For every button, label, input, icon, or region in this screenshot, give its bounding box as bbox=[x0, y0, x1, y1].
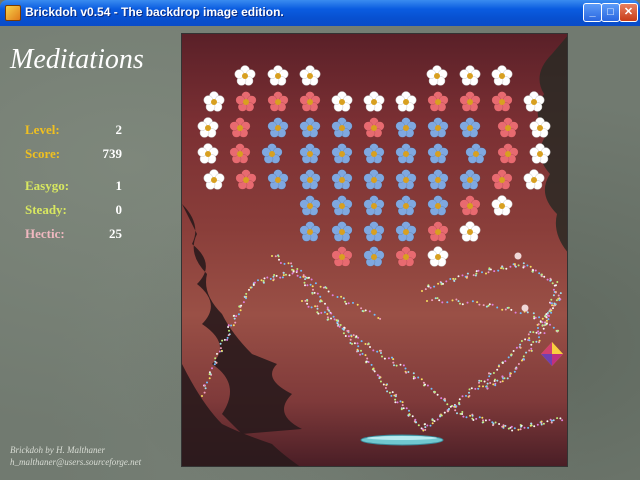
flower-brick-blue bbox=[299, 143, 321, 164]
app-icon bbox=[5, 5, 21, 21]
maximize-button[interactable]: □ bbox=[601, 3, 620, 22]
title-bar[interactable]: Brickdoh v0.54 - The backdrop image edit… bbox=[0, 0, 640, 26]
flower-brick-white bbox=[234, 65, 256, 86]
flower-brick-blue bbox=[267, 169, 289, 190]
flower-brick-white bbox=[331, 91, 353, 112]
ball bbox=[521, 304, 529, 312]
flower-brick-blue bbox=[331, 143, 353, 164]
window-title: Brickdoh v0.54 - The backdrop image edit… bbox=[25, 5, 284, 19]
flower-brick-blue bbox=[459, 169, 481, 190]
flower-brick-blue bbox=[363, 143, 385, 164]
flower-brick-white bbox=[363, 91, 385, 112]
level-label: Level: bbox=[25, 122, 60, 137]
flower-brick-red bbox=[491, 169, 513, 190]
flower-brick-blue bbox=[465, 143, 487, 164]
level-title: Meditations bbox=[10, 44, 144, 75]
flower-brick-white bbox=[523, 169, 545, 190]
flower-brick-white bbox=[523, 91, 545, 112]
flower-brick-white bbox=[267, 65, 289, 86]
flower-brick-white bbox=[203, 169, 225, 190]
hectic-label: Hectic: bbox=[25, 226, 65, 241]
flower-brick-red bbox=[459, 91, 481, 112]
flower-brick-red bbox=[229, 117, 251, 138]
diamond-powerup bbox=[541, 342, 563, 366]
flower-brick-blue bbox=[299, 195, 321, 216]
flower-brick-red bbox=[497, 117, 519, 138]
score-value: 739 bbox=[102, 146, 123, 161]
flower-brick-white bbox=[197, 143, 219, 164]
close-button[interactable]: ✕ bbox=[619, 3, 638, 22]
flower-brick-blue bbox=[395, 117, 417, 138]
score-label: Score: bbox=[25, 146, 61, 161]
minimize-button[interactable]: _ bbox=[583, 3, 602, 22]
play-field-canvas bbox=[182, 36, 567, 466]
flower-brick-blue bbox=[427, 117, 449, 138]
brick-grid bbox=[197, 65, 551, 267]
steady-label: Steady: bbox=[25, 202, 67, 217]
flower-brick-white bbox=[299, 65, 321, 86]
flower-brick-blue bbox=[261, 143, 283, 164]
flower-brick-red bbox=[235, 169, 257, 190]
flower-brick-blue bbox=[395, 221, 417, 242]
flower-brick-red bbox=[395, 246, 417, 267]
flower-brick-red bbox=[229, 143, 251, 164]
easygo-value: 1 bbox=[115, 178, 123, 193]
flower-brick-blue bbox=[395, 195, 417, 216]
flower-brick-blue bbox=[299, 169, 321, 190]
credit-author: Brickdoh by H. Malthaner bbox=[10, 445, 105, 455]
flower-brick-blue bbox=[395, 143, 417, 164]
hectic-value: 25 bbox=[109, 226, 122, 241]
flower-brick-red bbox=[459, 195, 481, 216]
level-value: 2 bbox=[115, 122, 123, 137]
flower-brick-white bbox=[427, 246, 449, 267]
flower-brick-blue bbox=[299, 117, 321, 138]
flower-brick-white bbox=[459, 65, 481, 86]
flower-brick-blue bbox=[427, 195, 449, 216]
flower-brick-white bbox=[459, 221, 481, 242]
play-field[interactable] bbox=[181, 33, 568, 467]
flower-brick-blue bbox=[395, 169, 417, 190]
flower-brick-red bbox=[491, 91, 513, 112]
flower-brick-blue bbox=[331, 169, 353, 190]
flower-brick-red bbox=[299, 91, 321, 112]
steady-value: 0 bbox=[115, 202, 123, 217]
flower-brick-red bbox=[497, 143, 519, 164]
flower-brick-red bbox=[427, 221, 449, 242]
paddle-highlight bbox=[367, 436, 437, 440]
flower-brick-white bbox=[197, 117, 219, 138]
flower-brick-white bbox=[426, 65, 448, 86]
flower-brick-blue bbox=[331, 195, 353, 216]
flower-brick-blue bbox=[459, 117, 481, 138]
flower-brick-blue bbox=[363, 195, 385, 216]
flower-brick-blue bbox=[363, 169, 385, 190]
flower-brick-blue bbox=[299, 221, 321, 242]
flower-brick-blue bbox=[363, 221, 385, 242]
flower-brick-blue bbox=[331, 221, 353, 242]
flower-brick-white bbox=[491, 195, 513, 216]
flower-brick-blue bbox=[363, 246, 385, 267]
flower-brick-white bbox=[491, 65, 513, 86]
flower-brick-blue bbox=[427, 143, 449, 164]
flower-brick-red bbox=[363, 117, 385, 138]
tree-silhouette-left bbox=[182, 204, 302, 466]
flower-brick-blue bbox=[427, 169, 449, 190]
flower-brick-blue bbox=[331, 117, 353, 138]
flower-brick-white bbox=[203, 91, 225, 112]
flower-brick-red bbox=[235, 91, 257, 112]
credit-email: h_malthaner@users.sourceforge.net bbox=[10, 457, 142, 467]
ball bbox=[514, 252, 522, 260]
flower-brick-white bbox=[395, 91, 417, 112]
app-window: Brickdoh v0.54 - The backdrop image edit… bbox=[0, 0, 640, 480]
flower-brick-blue bbox=[267, 117, 289, 138]
flower-brick-red bbox=[427, 91, 449, 112]
flower-brick-red bbox=[267, 91, 289, 112]
flower-brick-red bbox=[331, 246, 353, 267]
